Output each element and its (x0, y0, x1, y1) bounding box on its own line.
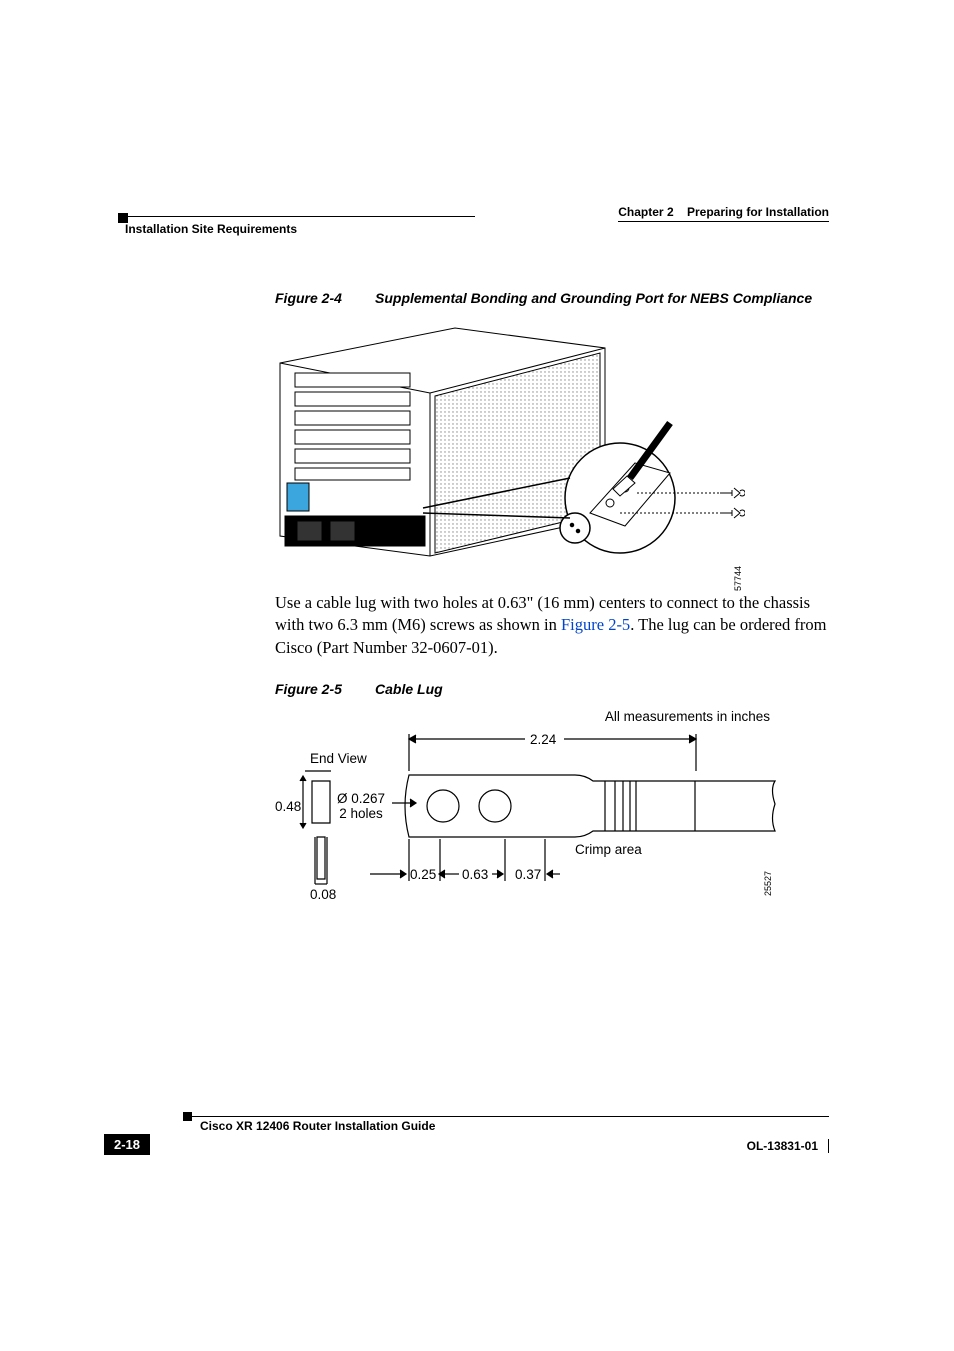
figure-2-5-xref[interactable]: Figure 2-5 (561, 615, 630, 634)
dim-008-label: 0.08 (310, 887, 336, 902)
footer: Cisco XR 12406 Router Installation Guide (125, 1116, 829, 1133)
figure-title: Cable Lug (375, 681, 829, 697)
content-area: Figure 2-4 Supplemental Bonding and Grou… (275, 290, 829, 929)
dim-063-label: 0.63 (462, 867, 488, 882)
footer-guide-title: Cisco XR 12406 Router Installation Guide (200, 1119, 829, 1133)
figure-2-4-id: 57744 (733, 566, 743, 591)
figure-title: Supplemental Bonding and Grounding Port … (375, 290, 829, 306)
dim-048-label: 0.48 (275, 799, 301, 814)
page-number: 2-18 (104, 1134, 150, 1155)
figure-2-4-caption: Figure 2-4 Supplemental Bonding and Grou… (275, 290, 829, 306)
router-chassis-illustration (275, 318, 745, 568)
paragraph-1: Use a cable lug with two holes at 0.63" … (275, 592, 829, 659)
figure-2-5-id: 25527 (763, 871, 773, 896)
page: Installation Site Requirements Chapter 2… (0, 0, 954, 1351)
dim-037-label: 0.37 (515, 867, 541, 882)
figure-2-4-image: 57744 (275, 318, 745, 568)
header-rule (125, 216, 475, 217)
units-label: All measurements in inches (605, 709, 770, 724)
document-number: OL-13831-01 (747, 1139, 829, 1153)
footer-rule (185, 1116, 829, 1117)
figure-number: Figure 2-4 (275, 290, 375, 306)
chapter-prefix: Chapter 2 (618, 205, 673, 219)
figure-2-5-caption: Figure 2-5 Cable Lug (275, 681, 829, 697)
holes-spec-label: Ø 0.267 2 holes (337, 791, 385, 821)
dim-224-label: 2.24 (530, 732, 556, 747)
chapter-title: Preparing for Installation (687, 205, 829, 219)
dim-025-label: 0.25 (410, 867, 436, 882)
header-section: Installation Site Requirements (125, 222, 297, 236)
end-view-label: End View (310, 751, 367, 766)
footer-bullet-icon (183, 1112, 192, 1121)
figure-number: Figure 2-5 (275, 681, 375, 697)
crimp-area-label: Crimp area (575, 842, 642, 857)
header-chapter: Chapter 2 Preparing for Installation (618, 205, 829, 222)
figure-2-5-image: All measurements in inches End View 0.48… (275, 709, 785, 929)
